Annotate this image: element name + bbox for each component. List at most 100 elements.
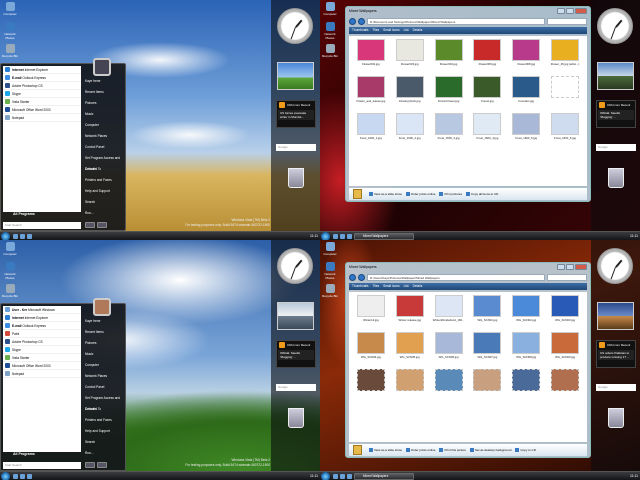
system-tray-clock[interactable]: 11:11 [610, 233, 638, 240]
system-tray-clock[interactable]: 11:11 [290, 473, 318, 480]
file-thumbnail[interactable]: Frost_1600_1.jpg [353, 112, 389, 147]
recycle-bin-icon[interactable] [288, 168, 304, 188]
sidebar-search-input[interactable]: Google [596, 384, 636, 391]
start-item-email[interactable]: E-mail Outlook Express [3, 74, 81, 82]
clock-gadget[interactable] [277, 8, 313, 44]
start-item-vista-starter[interactable]: Vista Starter [3, 354, 81, 362]
start-item-notepad[interactable]: Notepad [3, 114, 81, 122]
taskbar-button-explorer[interactable]: Mixed Wallpapers [354, 233, 414, 240]
minimize-button[interactable] [557, 8, 565, 14]
file-thumbnail[interactable] [547, 75, 583, 110]
places-item[interactable]: Run... [83, 208, 125, 219]
search-input[interactable] [547, 273, 587, 281]
places-item[interactable]: Network Places [83, 371, 125, 382]
file-thumbnail[interactable]: Flower_and_leaves.jpg [353, 75, 389, 110]
start-button[interactable] [321, 472, 330, 480]
start-button[interactable] [321, 232, 330, 240]
quick-launch-icon[interactable] [347, 474, 352, 479]
view-list-button[interactable]: List [404, 283, 409, 290]
feed-gadget[interactable]: CNN.com Recent US forces evacuate writer… [276, 100, 316, 128]
quick-launch-icon[interactable] [340, 474, 345, 479]
system-tray-clock[interactable]: 11:11 [290, 233, 318, 240]
file-thumbnail[interactable]: Frost_1600_3.jpg [431, 112, 467, 147]
quick-launch-icon[interactable] [13, 474, 18, 479]
quick-launch-icon[interactable] [27, 234, 32, 239]
file-thumbnail[interactable] [469, 368, 505, 403]
task-copy-cd[interactable]: Copy to CD [515, 448, 536, 453]
start-item-vista-starter[interactable]: Vista Starter [3, 98, 81, 106]
start-button[interactable] [1, 472, 10, 480]
feed-gadget[interactable]: CNN.com Recent Official: Saudis 'Mugging… [596, 100, 636, 128]
recycle-bin-icon[interactable] [288, 408, 304, 428]
view-thumbnails-button[interactable]: Thumbnails [352, 283, 368, 290]
file-thumbnail[interactable] [431, 368, 467, 403]
file-thumbnail[interactable] [353, 368, 389, 403]
slideshow-gadget[interactable] [277, 62, 314, 90]
start-item-skype[interactable]: Skype [3, 346, 81, 354]
file-thumbnail[interactable]: WG_SCN06.jpg [431, 331, 467, 366]
start-item-notepad[interactable]: Notepad [3, 370, 81, 378]
file-thumbnail[interactable]: Flowing Rock.jpg [392, 75, 428, 110]
file-thumbnail[interactable]: Frost_1600_5.jpg [508, 112, 544, 147]
quick-launch-icon[interactable] [333, 234, 338, 239]
desktop-icon-network[interactable]: Network Places [2, 22, 18, 40]
places-item[interactable]: Set Program Access and Defaults [83, 393, 125, 411]
start-search-input[interactable]: Start Search [3, 222, 81, 229]
file-thumbnail[interactable]: Flower006.jpg [469, 39, 505, 73]
all-programs[interactable]: All Programs [3, 452, 81, 458]
desktop-icon-network[interactable]: Network Places [2, 262, 18, 280]
file-thumbnail[interactable]: WG_SCN09.jpg [547, 331, 583, 366]
start-item-skype[interactable]: Skype [3, 90, 81, 98]
quick-launch-icon[interactable] [347, 234, 352, 239]
file-thumbnail[interactable]: Forest Flower.jpg [431, 75, 467, 110]
desktop-icon-network[interactable]: Network Places [322, 262, 338, 280]
start-item-user[interactable]: User - Ker Microsoft Windows [3, 306, 81, 314]
task-order-prints[interactable]: Order prints online [405, 448, 435, 453]
file-thumbnail[interactable]: WG_SCN07.jpg [469, 331, 505, 366]
quick-launch-icon[interactable] [27, 474, 32, 479]
file-thumbnail[interactable]: Flower002.jpg [353, 39, 389, 73]
address-input[interactable]: D:\Dcuments and Settings\Pictures\Wallpa… [367, 17, 545, 25]
file-thumbnail[interactable] [508, 368, 544, 403]
file-thumbnail[interactable]: WG_SCN04.jpg [353, 331, 389, 366]
desktop-icon-recycle[interactable]: Recycle Bin [322, 44, 338, 58]
start-item-paint[interactable]: Paint [3, 330, 81, 338]
places-item[interactable]: Computer [83, 120, 125, 131]
task-order-prints[interactable]: Order prints online [405, 192, 435, 197]
view-details-button[interactable]: Details [413, 283, 423, 290]
file-thumbnail[interactable]: Winter12.jpg [353, 295, 389, 329]
back-button[interactable] [349, 273, 356, 281]
slideshow-gadget[interactable] [597, 62, 634, 90]
start-button[interactable] [1, 232, 10, 240]
clock-gadget[interactable] [597, 248, 633, 284]
file-thumbnail[interactable]: Flower_45.jpg (artist...) [547, 39, 583, 73]
feed-gadget[interactable]: CNN.com Recent Official: Saudis 'Mugging… [276, 340, 316, 368]
file-thumbnail[interactable]: Flower003.jpg [392, 39, 428, 73]
file-thumbnail[interactable]: WG_SCN08.jpg [508, 331, 544, 366]
slideshow-gadget[interactable] [277, 302, 314, 330]
start-item-photoshop[interactable]: Adobe Photoshop CS [3, 338, 81, 346]
clock-gadget[interactable] [597, 8, 633, 44]
close-button[interactable] [575, 264, 587, 270]
forward-button[interactable] [358, 273, 365, 281]
places-item[interactable]: Kaye Irene [83, 76, 125, 87]
start-item-word[interactable]: Microsoft Office Word 2003 [3, 362, 81, 370]
places-item[interactable]: Pictures [83, 98, 125, 109]
file-thumbnail[interactable] [547, 368, 583, 403]
desktop-icon-computer[interactable]: Computer [2, 242, 18, 256]
recycle-bin-icon[interactable] [608, 408, 624, 428]
places-item[interactable]: Recent Items [83, 87, 125, 98]
places-item[interactable]: Connect To [83, 164, 125, 175]
forward-button[interactable] [358, 17, 365, 25]
clock-gadget[interactable] [277, 248, 313, 284]
desktop-icon-computer[interactable]: Computer [2, 2, 18, 16]
view-details-button[interactable]: Details [413, 27, 423, 34]
places-item[interactable]: Printers and Faxes [83, 175, 125, 186]
start-item-internet[interactable]: Internet Internet Explorer [3, 66, 81, 74]
view-small-icons-button[interactable]: Small Icons [383, 27, 399, 34]
feed-gadget[interactable]: CNN.com Recent US orders Pakistan to pro… [596, 340, 636, 368]
file-thumbnail[interactable] [392, 368, 428, 403]
sidebar-search-input[interactable]: Google [596, 144, 636, 151]
start-item-word[interactable]: Microsoft Office Word 2003 [3, 106, 81, 114]
places-item[interactable]: Search [83, 197, 125, 208]
